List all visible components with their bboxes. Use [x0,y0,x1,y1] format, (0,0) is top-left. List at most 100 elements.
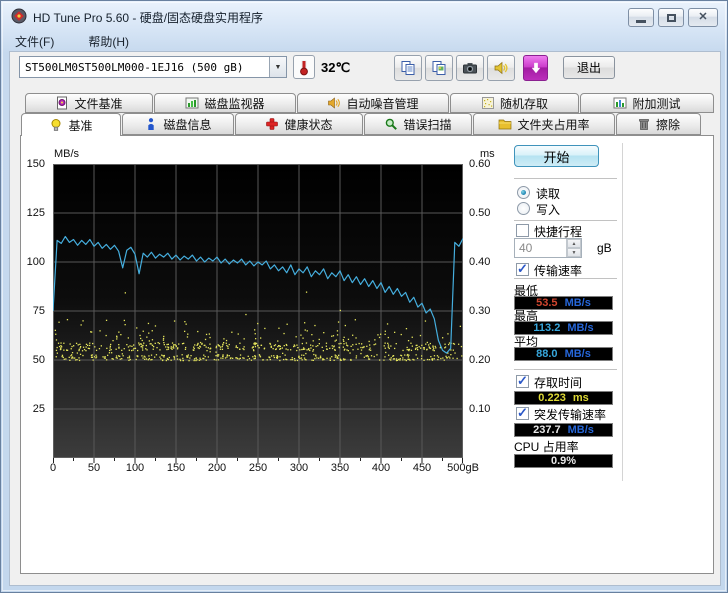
x-tick-label: 350 [331,462,349,474]
close-button[interactable]: ✕ [688,8,718,27]
tab-disk-monitor[interactable]: 磁盘监视器 [154,93,296,113]
x-tick-label: 200 [208,462,226,474]
y-left-tick-label: 100 [27,256,45,268]
magnifier-icon [384,117,398,131]
x-tick-label: 400 [372,462,390,474]
title-bar[interactable]: HD Tune Pro 5.60 - 硬盘/固态硬盘实用程序 ✕ [1,1,727,31]
burst-rate-value: 237.7 [533,425,561,436]
minimize-button[interactable] [628,8,654,27]
access-time-unit: ms [573,393,589,404]
transfer-rate-checkbox[interactable] [516,263,529,276]
close-icon: ✕ [698,12,707,23]
random-access-icon [481,96,495,110]
tab-acoustic-management[interactable]: 自动噪音管理 [297,93,449,113]
tab-disk-info[interactable]: 磁盘信息 [122,113,234,135]
tab-health[interactable]: 健康状态 [235,113,363,135]
thermometer-icon [297,58,311,76]
y-left-tick-label: 75 [33,305,45,317]
short-stroke-unit: gB [597,241,612,255]
tab-extra-tests[interactable]: 附加测试 [580,93,714,113]
window-title: HD Tune Pro 5.60 - 硬盘/固态硬盘实用程序 [33,9,263,26]
maximize-button[interactable] [658,8,684,27]
access-time-checkbox[interactable] [516,375,529,388]
y-right-tick-label: 0.60 [469,158,490,170]
access-time-box: 0.223ms [514,391,613,405]
average-value: 88.0 [536,349,557,360]
save-results-button[interactable] [523,55,548,81]
benchmark-bulb-icon [49,118,63,132]
left-axis-unit: MB/s [54,148,79,160]
copy-text-icon [400,60,416,76]
spin-up-icon[interactable]: ▲ [567,239,581,248]
hd-tune-window: HD Tune Pro 5.60 - 硬盘/固态硬盘实用程序 ✕ 文件(F) 帮… [0,0,728,593]
burst-rate-box: 237.7 MB/s [514,423,613,437]
y-right-tick-label: 0.30 [469,305,490,317]
tab-file-benchmark[interactable]: 文件基准 [25,93,153,113]
menu-help[interactable]: 帮助(H) [84,32,133,51]
x-tick-label: 250 [249,462,267,474]
maximize-icon [667,14,676,22]
noise-speaker-icon [327,96,341,110]
spin-down-icon[interactable]: ▼ [567,248,581,257]
trash-icon [637,117,651,131]
x-tick-label: 300 [290,462,308,474]
short-stroke-stepper[interactable]: 40 ▲▼ [514,238,582,258]
download-arrow-icon [529,61,543,75]
burst-rate-checkbox[interactable] [516,407,529,420]
maximum-unit: MB/s [567,323,593,334]
y-right-tick-label: 0.20 [469,354,490,366]
copy-text-button[interactable] [394,55,422,81]
panel-divider [622,143,623,481]
exit-button[interactable]: 退出 [563,56,615,79]
chevron-down-icon[interactable]: ▼ [269,57,286,77]
menu-bar: 文件(F) 帮助(H) [11,32,133,51]
tab-benchmark[interactable]: 基准 [21,113,121,136]
short-stroke-checkbox[interactable] [516,224,529,237]
file-benchmark-icon [55,96,69,110]
burst-rate-unit: MB/s [568,425,594,436]
copy-image-icon [431,60,447,76]
drive-select[interactable]: ST500LM0ST500LM000-1EJ16 (500 gB) ▼ [19,56,287,78]
tab-folder-usage[interactable]: 文件夹占用率 [473,113,615,135]
info-icon [144,117,158,131]
camera-icon [462,60,478,76]
x-axis-labels: 050100150200250300350400450500gB [53,462,473,476]
x-tick-label: 100 [126,462,144,474]
x-tick-label: 500gB [447,462,479,474]
y-left-tick-label: 125 [27,207,45,219]
tab-random-access[interactable]: 随机存取 [450,93,579,113]
cpu-usage-box: 0.9% [514,454,613,468]
cpu-usage-value: 0.9% [551,456,576,467]
temperature-button[interactable] [293,55,315,79]
y-right-tick-label: 0.40 [469,256,490,268]
disk-monitor-icon [185,96,199,110]
y-right-tick-label: 0.10 [469,403,490,415]
y-left-tick-label: 50 [33,354,45,366]
benchmark-plot [53,164,463,464]
screenshot-button[interactable] [456,55,484,81]
minimum-value: 53.5 [536,298,557,309]
access-time-label: 存取时间 [534,374,582,391]
start-button[interactable]: 开始 [514,145,599,167]
y-left-tick-label: 25 [33,403,45,415]
extra-tests-icon [613,96,627,110]
y-left-tick-label: 150 [27,158,45,170]
health-cross-icon [265,117,279,131]
read-radio[interactable] [517,186,530,199]
minimize-icon [636,20,646,23]
acoustic-management-button[interactable] [487,55,515,81]
menu-file[interactable]: 文件(F) [11,32,58,51]
tab-erase[interactable]: 擦除 [616,113,701,135]
drive-select-value: ST500LM0ST500LM000-1EJ16 (500 gB) [20,61,269,74]
average-box: 88.0MB/s [514,347,613,361]
tab-error-scan[interactable]: 错误扫描 [364,113,472,135]
cpu-usage-label: CPU 占用率 [514,438,579,455]
read-radio-label: 读取 [536,185,560,202]
y-right-tick-label: 0.50 [469,207,490,219]
write-radio-label: 写入 [536,201,560,218]
speaker-icon [493,60,509,76]
maximum-value: 113.2 [533,323,560,334]
copy-image-button[interactable] [425,55,453,81]
burst-rate-label: 突发传输速率 [534,406,606,423]
write-radio[interactable] [517,202,530,215]
